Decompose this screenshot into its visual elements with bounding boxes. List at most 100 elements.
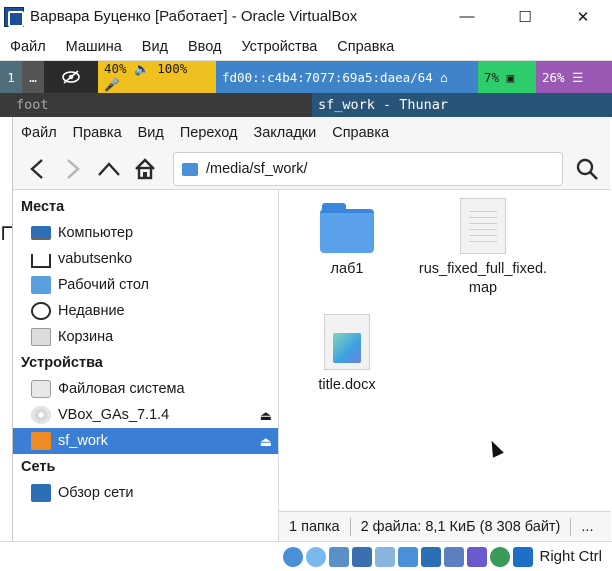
file-name: title.docx	[318, 377, 376, 393]
workspace-1[interactable]: 1	[0, 61, 22, 93]
vbox-menubar: Файл Машина Вид Ввод Устройства Справка	[0, 33, 612, 61]
shared-folders-icon[interactable]	[398, 546, 419, 567]
home-icon	[135, 158, 155, 180]
host-key-label: Right Ctrl	[539, 548, 602, 565]
sidebar-item-filesystem[interactable]: Файловая система	[13, 376, 278, 402]
file-item-map[interactable]: rus_fixed_full_fixed.map	[415, 198, 551, 298]
search-button[interactable]	[569, 151, 605, 187]
file-name: лаб1	[330, 261, 364, 277]
eject-icon[interactable]: ⏏	[260, 408, 272, 424]
sidebar-item-label: VBox_GAs_7.1.4	[58, 407, 170, 423]
tab-foot[interactable]: foot	[0, 93, 312, 117]
close-button[interactable]: ✕	[554, 0, 612, 33]
sidebar-item-vbox-gas[interactable]: VBox_GAs_7.1.4 ⏏	[13, 402, 278, 428]
file-item-docx[interactable]: title.docx	[279, 314, 415, 395]
optical-drive-icon[interactable]	[306, 546, 327, 567]
sidebar-item-label: Недавние	[58, 303, 125, 319]
file-name: rus_fixed_full_fixed.map	[418, 261, 548, 296]
network-adapter-icon[interactable]	[352, 546, 373, 567]
sidebar-header-devices: Устройства	[21, 355, 103, 371]
status-folders: 1 папка	[289, 518, 340, 535]
vbox-menu-view[interactable]: Вид	[132, 39, 178, 55]
privacy-icon	[44, 61, 98, 93]
sidebar-item-desktop[interactable]: Рабочий стол	[13, 272, 278, 298]
vbox-menu-input[interactable]: Ввод	[178, 39, 231, 55]
thunar-content: Места Компьютер vabutsenko Рабочий стол …	[13, 189, 611, 541]
sidebar-item-trash[interactable]: Корзина	[13, 324, 278, 350]
network-icon	[31, 484, 51, 502]
network-module[interactable]: fd00::c4b4:7077:69a5:daea/64 ⌂	[216, 61, 478, 93]
window-titlebar: Варвара Буценко [Работает] - Oracle Virt…	[0, 0, 612, 33]
thunar-menu-file[interactable]: Файл	[13, 125, 65, 141]
vbox-menu-file[interactable]: Файл	[0, 39, 56, 55]
usb-icon[interactable]	[375, 546, 396, 567]
thunar-toolbar: /media/sf_work/	[13, 149, 610, 189]
sidebar-item-network[interactable]: Обзор сети	[13, 480, 278, 506]
docx-icon	[324, 314, 370, 370]
sidebar-item-home[interactable]: vabutsenko	[13, 246, 278, 272]
sidebar-item-label: Рабочий стол	[58, 277, 150, 293]
location-bar[interactable]: /media/sf_work/	[173, 152, 563, 186]
virtualbox-icon	[4, 6, 24, 27]
desktop-icon	[31, 276, 51, 294]
location-path: /media/sf_work/	[206, 161, 308, 177]
thunar-statusbar: 1 папка 2 файла: 8,1 КиБ (8 308 байт) ..…	[279, 511, 611, 541]
home-button[interactable]	[127, 151, 163, 187]
sidebar-item-computer[interactable]: Компьютер	[13, 220, 278, 246]
sidebar-item-recent[interactable]: Недавние	[13, 298, 278, 324]
vbox-menu-help[interactable]: Справка	[327, 39, 404, 55]
recent-icon	[31, 302, 51, 320]
cpu-module: 7% ▣	[478, 61, 536, 93]
vbox-menu-machine[interactable]: Машина	[56, 39, 132, 55]
disk-icon	[31, 380, 51, 398]
back-button[interactable]	[19, 151, 55, 187]
keyboard-icon[interactable]	[513, 546, 534, 567]
vbox-menu-devices[interactable]: Устройства	[231, 39, 327, 55]
thunar-menu-go[interactable]: Переход	[172, 125, 246, 141]
audio-module[interactable]: 40% 🔈 100% 🎤	[98, 61, 216, 93]
forward-button[interactable]	[55, 151, 91, 187]
mouse-cursor	[486, 438, 504, 458]
search-icon	[576, 158, 598, 180]
workspace-more[interactable]: …	[22, 61, 44, 93]
thunar-window: Файл Правка Вид Переход Закладки Справка…	[12, 117, 611, 541]
thunar-menu-edit[interactable]: Правка	[65, 125, 130, 141]
memory-module: 26% ☰	[536, 61, 612, 93]
mouse-integration-icon[interactable]	[490, 546, 511, 567]
sidebar-header-places: Места	[21, 199, 65, 215]
cd-icon	[31, 406, 51, 424]
display-icon[interactable]	[421, 546, 442, 567]
maximize-button[interactable]: ☐	[496, 0, 554, 33]
thunar-menubar: Файл Правка Вид Переход Закладки Справка	[13, 117, 610, 149]
cpu-icon[interactable]	[467, 546, 488, 567]
hard-disk-icon[interactable]	[283, 546, 304, 567]
sidebar-item-label: Корзина	[58, 329, 114, 345]
parent-folder-button[interactable]	[91, 151, 127, 187]
shared-folder-icon	[31, 432, 51, 450]
thunar-menu-help[interactable]: Справка	[324, 125, 397, 141]
computer-icon	[31, 226, 51, 240]
chevron-left-icon	[30, 159, 43, 179]
eject-icon[interactable]: ⏏	[260, 434, 272, 450]
minimize-button[interactable]: —	[438, 0, 496, 33]
sidebar-item-sf-work[interactable]: sf_work ⏏	[13, 428, 278, 454]
status-more: ...	[581, 518, 594, 535]
file-view: лаб1 rus_fixed_full_fixed.map title.docx	[279, 189, 611, 541]
home-icon	[31, 254, 51, 268]
file-item-folder[interactable]: лаб1	[279, 200, 415, 279]
thunar-menu-bookmarks[interactable]: Закладки	[245, 125, 324, 141]
sidebar-item-label: Файловая система	[58, 381, 185, 397]
sidebar-item-label: Обзор сети	[58, 485, 134, 501]
audio-icon[interactable]	[329, 546, 350, 567]
sidebar-item-label: Компьютер	[58, 225, 134, 241]
tab-thunar[interactable]: sf_work - Thunar	[312, 93, 612, 117]
chevron-right-icon	[67, 159, 80, 179]
folder-icon	[182, 162, 198, 176]
status-files: 2 файла: 8,1 КиБ (8 308 байт)	[360, 518, 561, 535]
status-bar: 1 … 40% 🔈 100% 🎤 fd00::c4b4:7077:69a5:da…	[0, 61, 612, 93]
vbox-statusbar: Right Ctrl	[0, 541, 612, 571]
thunar-menu-view[interactable]: Вид	[130, 125, 172, 141]
recording-icon[interactable]	[444, 546, 465, 567]
text-file-icon	[460, 198, 506, 254]
folder-icon	[320, 200, 374, 254]
